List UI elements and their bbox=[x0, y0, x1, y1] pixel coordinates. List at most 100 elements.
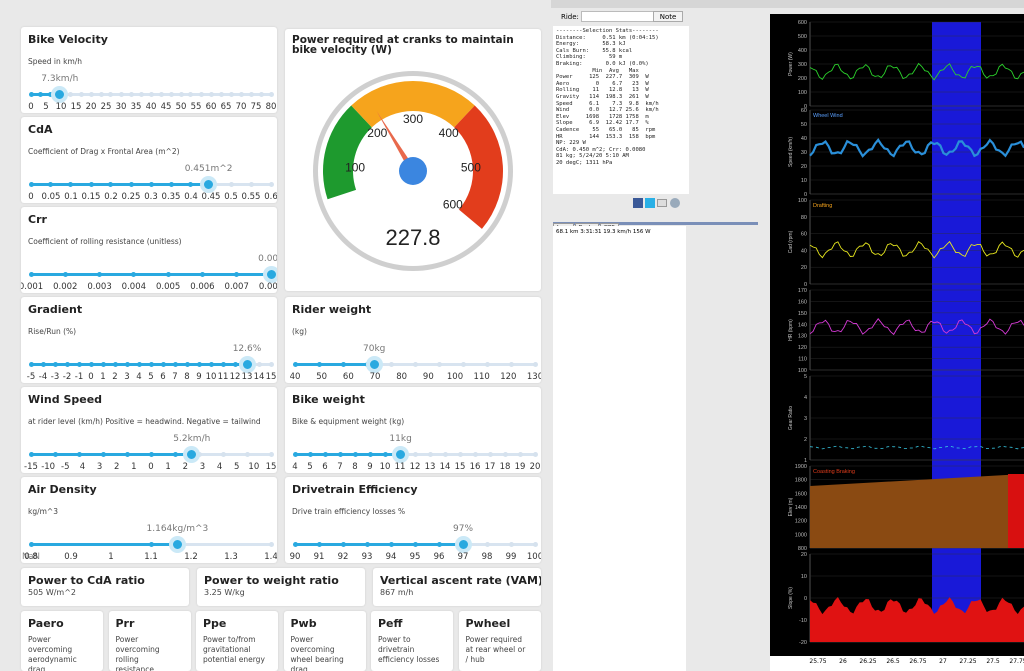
rider_weight-slider-step bbox=[508, 362, 514, 367]
rider_weight-slider[interactable] bbox=[292, 356, 538, 373]
wind-tick-label: 15 bbox=[265, 462, 277, 472]
bike_weight-slider-step bbox=[337, 452, 343, 457]
drivetrain-slider[interactable] bbox=[292, 536, 538, 553]
elevation-area bbox=[810, 474, 1024, 548]
mail-icon[interactable] bbox=[657, 199, 667, 207]
gradient-slider-thumb[interactable] bbox=[238, 356, 256, 373]
crr-tick-label: 0.002 bbox=[53, 282, 78, 292]
bike_weight-value: 11kg bbox=[389, 434, 412, 444]
rider_weight-slider-thumb[interactable] bbox=[365, 356, 383, 373]
graph-y-tick: 200 bbox=[798, 76, 807, 82]
bike_weight-slider-step bbox=[322, 452, 328, 457]
velocity-tick-label: 35 bbox=[130, 102, 142, 112]
drivetrain-tick-label: 92 bbox=[337, 552, 349, 562]
rider_weight-slider-step bbox=[484, 362, 490, 367]
velocity-slider-step bbox=[138, 92, 144, 97]
facebook-icon[interactable] bbox=[633, 198, 643, 208]
speed-line bbox=[809, 138, 1024, 158]
ride-graph[interactable]: 600 500 400 300 200 100 0 Power (W) 60 50 40 30 20 10… bbox=[770, 14, 1024, 659]
air_density-subtitle: kg/m^3 bbox=[28, 507, 58, 516]
wind-slider-thumb[interactable] bbox=[183, 446, 201, 463]
drivetrain-tick-label: 91 bbox=[313, 552, 325, 562]
air_density-tick-label: 1.2 bbox=[184, 552, 198, 562]
crr-slider[interactable] bbox=[28, 266, 277, 283]
wind-slider-step bbox=[148, 452, 154, 457]
graph-y-tick: 400 bbox=[798, 48, 807, 54]
gradient-slider-step bbox=[172, 362, 178, 367]
share-icons[interactable] bbox=[633, 198, 685, 208]
rider_weight-slider-step bbox=[292, 362, 298, 367]
cda-slider-step bbox=[148, 182, 154, 187]
graph-panel-name: HR (bpm) bbox=[788, 319, 794, 341]
component-card-peff: Peff Power to drivetrain efficiency losse… bbox=[371, 611, 453, 671]
gradient-slider[interactable] bbox=[28, 356, 274, 373]
gradient-slider-step bbox=[184, 362, 190, 367]
bike_weight-slider-step bbox=[412, 452, 418, 457]
velocity-slider[interactable] bbox=[28, 86, 274, 103]
crr-slider-step bbox=[131, 272, 137, 277]
bike_weight-slider-thumb[interactable] bbox=[392, 446, 410, 463]
velocity-tick-label: 70 bbox=[235, 102, 247, 112]
cda-slider-thumb[interactable] bbox=[200, 176, 218, 193]
wind-slider-step bbox=[28, 452, 34, 457]
rider_weight-tick-label: 50 bbox=[316, 372, 328, 382]
component-desc: Power overcoming rolling resistance bbox=[115, 635, 160, 671]
graph-panel-name: Gear Ratio bbox=[788, 406, 794, 430]
gradient-tick-label: 1 bbox=[100, 372, 106, 382]
air_density-slider[interactable] bbox=[28, 536, 274, 553]
graph-x-tick: 26.25 bbox=[859, 658, 877, 665]
velocity-slider-thumb[interactable] bbox=[51, 86, 69, 103]
lap-row[interactable]: 68.1 km 3:31:31 19.3 km/h 156 W bbox=[556, 229, 683, 235]
air_density-nan-label: NaN bbox=[22, 552, 40, 562]
drivetrain-slider-thumb[interactable] bbox=[454, 536, 472, 553]
gradient-slider-step bbox=[256, 362, 262, 367]
component-title: Ppe bbox=[203, 617, 227, 630]
graph-x-tick: 27.5 bbox=[986, 658, 1000, 665]
wind-slider[interactable] bbox=[28, 446, 274, 463]
air_density-slider-thumb[interactable] bbox=[168, 536, 186, 553]
component-desc: Power overcoming aerodynamic drag bbox=[28, 635, 77, 671]
wind-slider-step bbox=[172, 452, 178, 457]
velocity-slider-step bbox=[198, 92, 204, 97]
component-card-paero: Paero Power overcoming aerodynamic drag bbox=[21, 611, 103, 671]
note-button[interactable]: Note bbox=[653, 11, 683, 22]
bike_weight-slider-step bbox=[292, 452, 298, 457]
wind-slider-step bbox=[124, 452, 130, 457]
drivetrain-tick-label: 100 bbox=[526, 552, 541, 562]
slider-card-air_density: Air Density kg/m^3 1.164kg/m^3 0.8 0.9 1 1.1 1.… bbox=[21, 477, 277, 563]
graph-y-tick: 50 bbox=[801, 122, 807, 128]
velocity-slider-step bbox=[88, 92, 94, 97]
velocity-title: Bike Velocity bbox=[28, 33, 108, 46]
graph-x-tick: 27 bbox=[939, 658, 947, 665]
cda-tick-label: 0.3 bbox=[144, 192, 158, 202]
velocity-slider-step bbox=[258, 92, 264, 97]
gauge-hub bbox=[399, 157, 427, 185]
export-icon[interactable] bbox=[670, 198, 680, 208]
graph-y-tick: 4 bbox=[804, 395, 807, 401]
toolbar-strip bbox=[551, 0, 1024, 8]
rider_weight-slider-step bbox=[436, 362, 442, 367]
drivetrain-slider-step bbox=[532, 542, 538, 547]
gradient-slider-step bbox=[64, 362, 70, 367]
power-cda-title: Power to CdA ratio bbox=[28, 574, 145, 587]
velocity-tick-label: 30 bbox=[115, 102, 127, 112]
graph-x-tick: 27.75 bbox=[1009, 658, 1024, 665]
drivetrain-tick-label: 99 bbox=[505, 552, 517, 562]
cda-slider[interactable] bbox=[28, 176, 274, 193]
drivetrain-tick-label: 95 bbox=[409, 552, 421, 562]
twitter-icon[interactable] bbox=[645, 198, 655, 208]
wind-tick-label: 10 bbox=[248, 462, 260, 472]
power-weight-value: 3.25 W/kg bbox=[204, 588, 245, 597]
component-card-prr: Prr Power overcoming rolling resistance bbox=[108, 611, 191, 671]
drivetrain-slider-step bbox=[388, 542, 394, 547]
rider_weight-tick-label: 80 bbox=[396, 372, 408, 382]
gradient-slider-step bbox=[28, 362, 34, 367]
bike_weight-slider[interactable] bbox=[292, 446, 538, 463]
velocity-tick-label: 55 bbox=[190, 102, 202, 112]
drivetrain-slider-step bbox=[508, 542, 514, 547]
crr-slider-thumb[interactable] bbox=[262, 266, 277, 283]
graph-y-tick: 170 bbox=[798, 288, 807, 294]
velocity-slider-step bbox=[28, 92, 34, 97]
cda-slider-step bbox=[108, 182, 114, 187]
velocity-slider-step bbox=[188, 92, 194, 97]
